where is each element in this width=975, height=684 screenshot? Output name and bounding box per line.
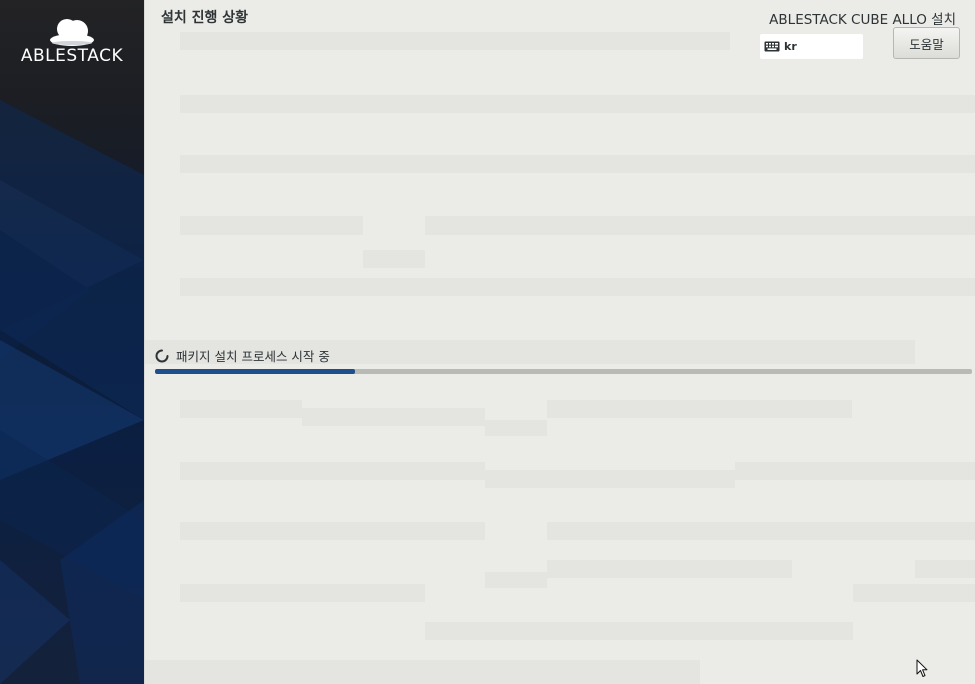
spinner-icon	[155, 349, 169, 362]
background-bands	[145, 0, 975, 684]
logo-text: ABLESTACK	[20, 46, 124, 66]
ablestack-logo: ABLESTACK	[0, 12, 144, 66]
help-button[interactable]: 도움말	[893, 27, 960, 59]
keyboard-layout-code: kr	[784, 40, 797, 53]
progress-status-text: 패키지 설치 프로세스 시작 중	[176, 349, 330, 364]
mouse-pointer-icon	[916, 659, 928, 677]
keyboard-icon	[764, 41, 780, 52]
keyboard-layout-indicator[interactable]: kr	[760, 34, 863, 59]
sidebar-background-pattern	[0, 100, 144, 684]
page-title: 설치 진행 상황	[161, 10, 249, 26]
progress-status: 패키지 설치 프로세스 시작 중	[155, 346, 330, 365]
progress-bar-fill	[155, 369, 356, 374]
product-title: ABLESTACK CUBE ALLO 설치	[769, 12, 956, 28]
installation-progress-bar	[155, 369, 972, 374]
main-panel: 설치 진행 상황 ABLESTACK CUBE ALLO 설치 kr 도움말 패…	[145, 0, 975, 684]
sidebar: ABLESTACK	[0, 0, 144, 684]
cloud-logo-icon	[50, 19, 94, 46]
